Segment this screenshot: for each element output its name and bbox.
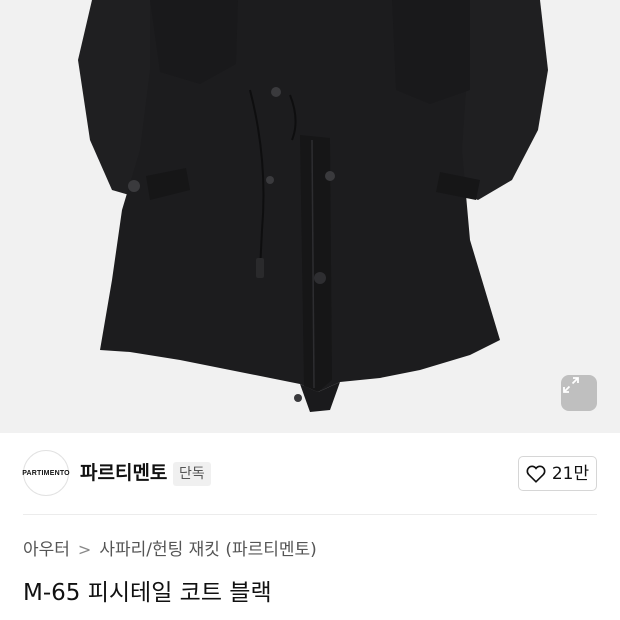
breadcrumb-subcategory[interactable]: 사파리/헌팅 재킷 (파르티멘토) bbox=[99, 539, 316, 561]
product-image[interactable] bbox=[0, 0, 620, 433]
expand-icon bbox=[563, 377, 579, 393]
brand-name[interactable]: 파르티멘토 bbox=[80, 460, 167, 486]
brand-logo[interactable]: PARTIMENTO bbox=[22, 450, 70, 496]
brand-row: PARTIMENTO 파르티멘토 단독 21만 bbox=[0, 450, 620, 498]
coat-illustration bbox=[78, 0, 548, 412]
heart-icon bbox=[526, 465, 546, 483]
exclusive-badge: 단독 bbox=[173, 462, 211, 486]
expand-image-button[interactable] bbox=[561, 375, 597, 411]
product-title: M-65 피시테일 코트 블랙 bbox=[23, 580, 272, 606]
divider bbox=[23, 514, 597, 515]
breadcrumb-category[interactable]: 아우터 bbox=[23, 539, 70, 561]
like-button[interactable]: 21만 bbox=[518, 456, 597, 491]
like-count: 21만 bbox=[551, 463, 590, 484]
brand-logo-text: PARTIMENTO bbox=[22, 469, 70, 477]
breadcrumb: 아우터 > 사파리/헌팅 재킷 (파르티멘토) bbox=[23, 539, 317, 561]
chevron-right-icon: > bbox=[77, 540, 92, 559]
